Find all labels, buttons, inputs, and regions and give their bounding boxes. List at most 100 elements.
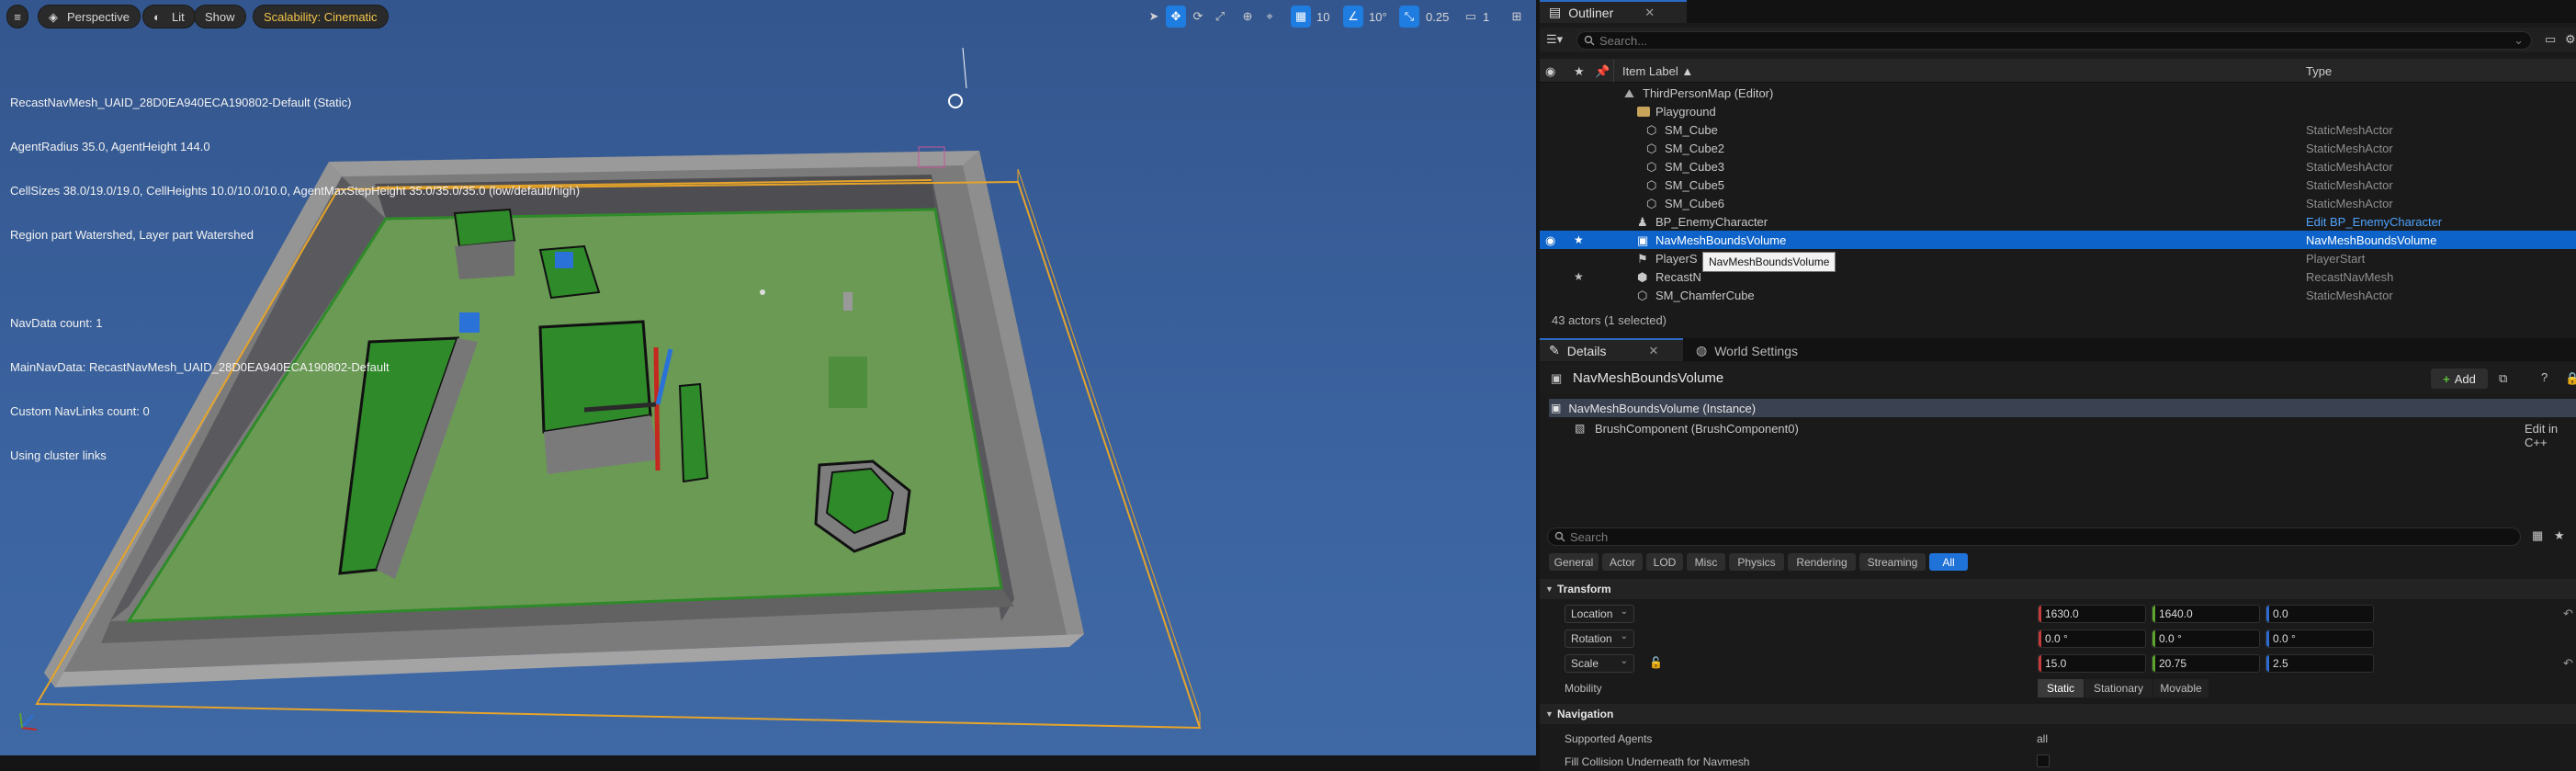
fill-collision-checkbox[interactable] <box>2037 754 2050 767</box>
chevron-down-icon[interactable]: ⌄ <box>2514 33 2524 48</box>
lock-icon[interactable]: 🔓 <box>1649 656 1663 669</box>
scale-tool-button[interactable]: ⤢ <box>1210 6 1230 28</box>
close-icon[interactable]: ✕ <box>1644 6 1655 20</box>
grid-snap-value[interactable]: 10 <box>1316 6 1329 28</box>
rotation-snap-button[interactable]: ∠ <box>1343 6 1363 28</box>
tree-row[interactable]: ⬡ SM_Cube5 StaticMeshActor <box>1540 176 2576 194</box>
rotation-y-field[interactable]: 0.0 ° <box>2152 629 2260 648</box>
tree-row[interactable]: ⬡ SM_ChamferCube StaticMeshActor <box>1540 286 2576 304</box>
select-tool-button[interactable]: ➤ <box>1144 6 1164 28</box>
rotation-x-field[interactable]: 0.0 ° <box>2038 629 2146 648</box>
gizmo-z-axis[interactable] <box>653 346 661 471</box>
light-icon[interactable] <box>948 94 963 108</box>
tree-row[interactable]: Playground <box>1540 102 2576 120</box>
star-icon[interactable]: ★ <box>1574 270 1584 283</box>
filter-lod[interactable]: LOD <box>1646 553 1683 571</box>
grid-snap-button[interactable]: ▦ <box>1291 6 1311 28</box>
reset-icon[interactable]: ↶ <box>2563 607 2573 621</box>
surface-snap-button[interactable]: ⌖ <box>1260 6 1280 28</box>
visibility-column-icon[interactable]: ◉ <box>1545 64 1555 79</box>
filter-icon[interactable]: ☰▾ <box>1546 32 1563 47</box>
pin-column-icon[interactable]: 📌 <box>1595 64 1610 79</box>
filter-actor[interactable]: Actor <box>1602 553 1643 571</box>
chevron-down-icon: ⌄ <box>1620 607 1628 617</box>
details-search-input[interactable]: Search <box>1547 527 2521 546</box>
item-label-column[interactable]: Item Label ▲ <box>1613 64 1693 78</box>
mobility-movable-button[interactable]: Movable <box>2153 679 2209 697</box>
filter-general[interactable]: General <box>1549 553 1599 571</box>
edit-cpp-link[interactable]: Edit in C++ <box>2525 422 2576 449</box>
gear-icon[interactable]: ⚙ <box>2565 32 2576 47</box>
show-button[interactable]: Show <box>194 5 246 28</box>
transform-section-header[interactable]: ▼ Transform <box>1540 579 2576 599</box>
rotation-dropdown[interactable]: Rotation ⌄ <box>1565 629 1634 648</box>
navigation-section-header[interactable]: ▼ Navigation <box>1540 704 2576 724</box>
instance-row[interactable]: ▣ NavMeshBoundsVolume (Instance) <box>1549 399 2576 417</box>
filter-streaming[interactable]: Streaming <box>1859 553 1926 571</box>
scale-dropdown[interactable]: Scale ⌄ <box>1565 654 1634 673</box>
level-viewport[interactable]: ≡ ◈ Perspective ◐ Lit Show Scalability: … <box>0 0 1536 755</box>
lock-icon[interactable]: 🔒 <box>2565 371 2576 386</box>
tree-row[interactable]: ⬡ SM_Cube2 StaticMeshActor <box>1540 139 2576 157</box>
close-icon[interactable]: ✕ <box>1649 344 1659 358</box>
camera-speed-value[interactable]: 1 <box>1483 6 1489 28</box>
tree-row[interactable]: ★ ⬢ RecastN RecastNavMesh <box>1540 267 2576 286</box>
tab-outliner[interactable]: ▤ Outliner ✕ <box>1540 0 1687 23</box>
tree-row[interactable]: ⛰ ThirdPersonMap (Editor) <box>1540 84 2576 102</box>
scalability-button[interactable]: Scalability: Cinematic <box>253 5 389 28</box>
scale-y-field[interactable]: 20.75 <box>2152 654 2260 673</box>
world-space-button[interactable]: ⊕ <box>1237 6 1258 28</box>
component-row[interactable]: ▧ BrushComponent (BrushComponent0) Edit … <box>1540 419 2576 449</box>
mobility-stationary-button[interactable]: Stationary <box>2085 679 2152 697</box>
eye-icon[interactable]: ◉ <box>1545 233 1558 247</box>
star-icon[interactable]: ★ <box>1574 233 1584 246</box>
mobility-static-button[interactable]: Static <box>2038 679 2084 697</box>
actor-name-field[interactable]: NavMeshBoundsVolume <box>1573 370 1723 386</box>
lit-button[interactable]: ◐ Lit <box>142 5 196 28</box>
tree-row[interactable]: ⬡ SM_Cube6 StaticMeshActor <box>1540 194 2576 212</box>
layout-button[interactable]: ⊞ <box>1507 6 1527 28</box>
tree-row[interactable]: ♟ BP_EnemyCharacter Edit BP_EnemyCharacte… <box>1540 212 2576 231</box>
tree-row[interactable]: ⬡ SM_Cube3 StaticMeshActor <box>1540 157 2576 176</box>
scale-snap-button[interactable]: ⤡ <box>1399 6 1419 28</box>
translate-tool-button[interactable]: ✥ <box>1166 6 1186 28</box>
scale-z-field[interactable]: 2.5 <box>2265 654 2374 673</box>
rotate-tool-button[interactable]: ⟳ <box>1188 6 1208 28</box>
character-icon[interactable] <box>843 292 853 311</box>
location-y-field[interactable]: 1640.0 <box>2152 605 2260 623</box>
viewport-menu-button[interactable]: ≡ <box>6 5 28 28</box>
perspective-button[interactable]: ◈ Perspective <box>38 5 141 28</box>
add-folder-icon[interactable]: ▭ <box>2545 32 2556 47</box>
tree-row[interactable]: ⚑ PlayerS PlayerStart <box>1540 249 2576 267</box>
edit-blueprint-link[interactable]: Edit BP_EnemyCharacter <box>2306 215 2442 229</box>
player-start-icon[interactable] <box>760 289 765 295</box>
outliner-search-input[interactable]: Search... ⌄ <box>1576 31 2532 50</box>
favorite-column-icon[interactable]: ★ <box>1574 64 1585 79</box>
scale-x-field[interactable]: 15.0 <box>2038 654 2146 673</box>
filter-physics[interactable]: Physics <box>1729 553 1784 571</box>
blueprint-icon[interactable]: ⧉ <box>2499 371 2507 386</box>
location-z-field[interactable]: 0.0 <box>2265 605 2374 623</box>
location-dropdown[interactable]: Location ⌄ <box>1565 605 1634 623</box>
table-view-icon[interactable]: ▦ <box>2532 528 2543 543</box>
star-icon[interactable]: ★ <box>2554 528 2565 543</box>
add-component-button[interactable]: + Add <box>2431 368 2488 389</box>
tree-row-selected[interactable]: ◉ ★ ▣ NavMeshBoundsVolume NavMeshBoundsVo… <box>1540 231 2576 249</box>
rotation-z-field[interactable]: 0.0 ° <box>2265 629 2374 648</box>
help-icon[interactable]: ? <box>2541 370 2548 384</box>
tree-row[interactable]: ⬡ SM_Cube StaticMeshActor <box>1540 120 2576 139</box>
type-column[interactable]: Type <box>2306 64 2332 78</box>
reset-icon[interactable]: ↶ <box>2563 656 2573 671</box>
rotation-snap-value[interactable]: 10° <box>1369 6 1387 28</box>
filter-all[interactable]: All <box>1929 553 1968 571</box>
filter-rendering[interactable]: Rendering <box>1788 553 1856 571</box>
filter-misc[interactable]: Misc <box>1687 553 1725 571</box>
scale-snap-value[interactable]: 0.25 <box>1426 6 1449 28</box>
player-start-icon: ⚑ <box>1637 252 1648 266</box>
supported-agents-value[interactable]: all <box>2037 732 2048 745</box>
tab-world-settings[interactable]: ◍ World Settings <box>1687 338 1843 361</box>
tab-details[interactable]: ✎ Details ✕ <box>1540 338 1683 361</box>
camera-speed-button[interactable]: ▭ <box>1461 6 1481 28</box>
row-label: SM_Cube6 <box>1665 196 1725 210</box>
location-x-field[interactable]: 1630.0 <box>2038 605 2146 623</box>
